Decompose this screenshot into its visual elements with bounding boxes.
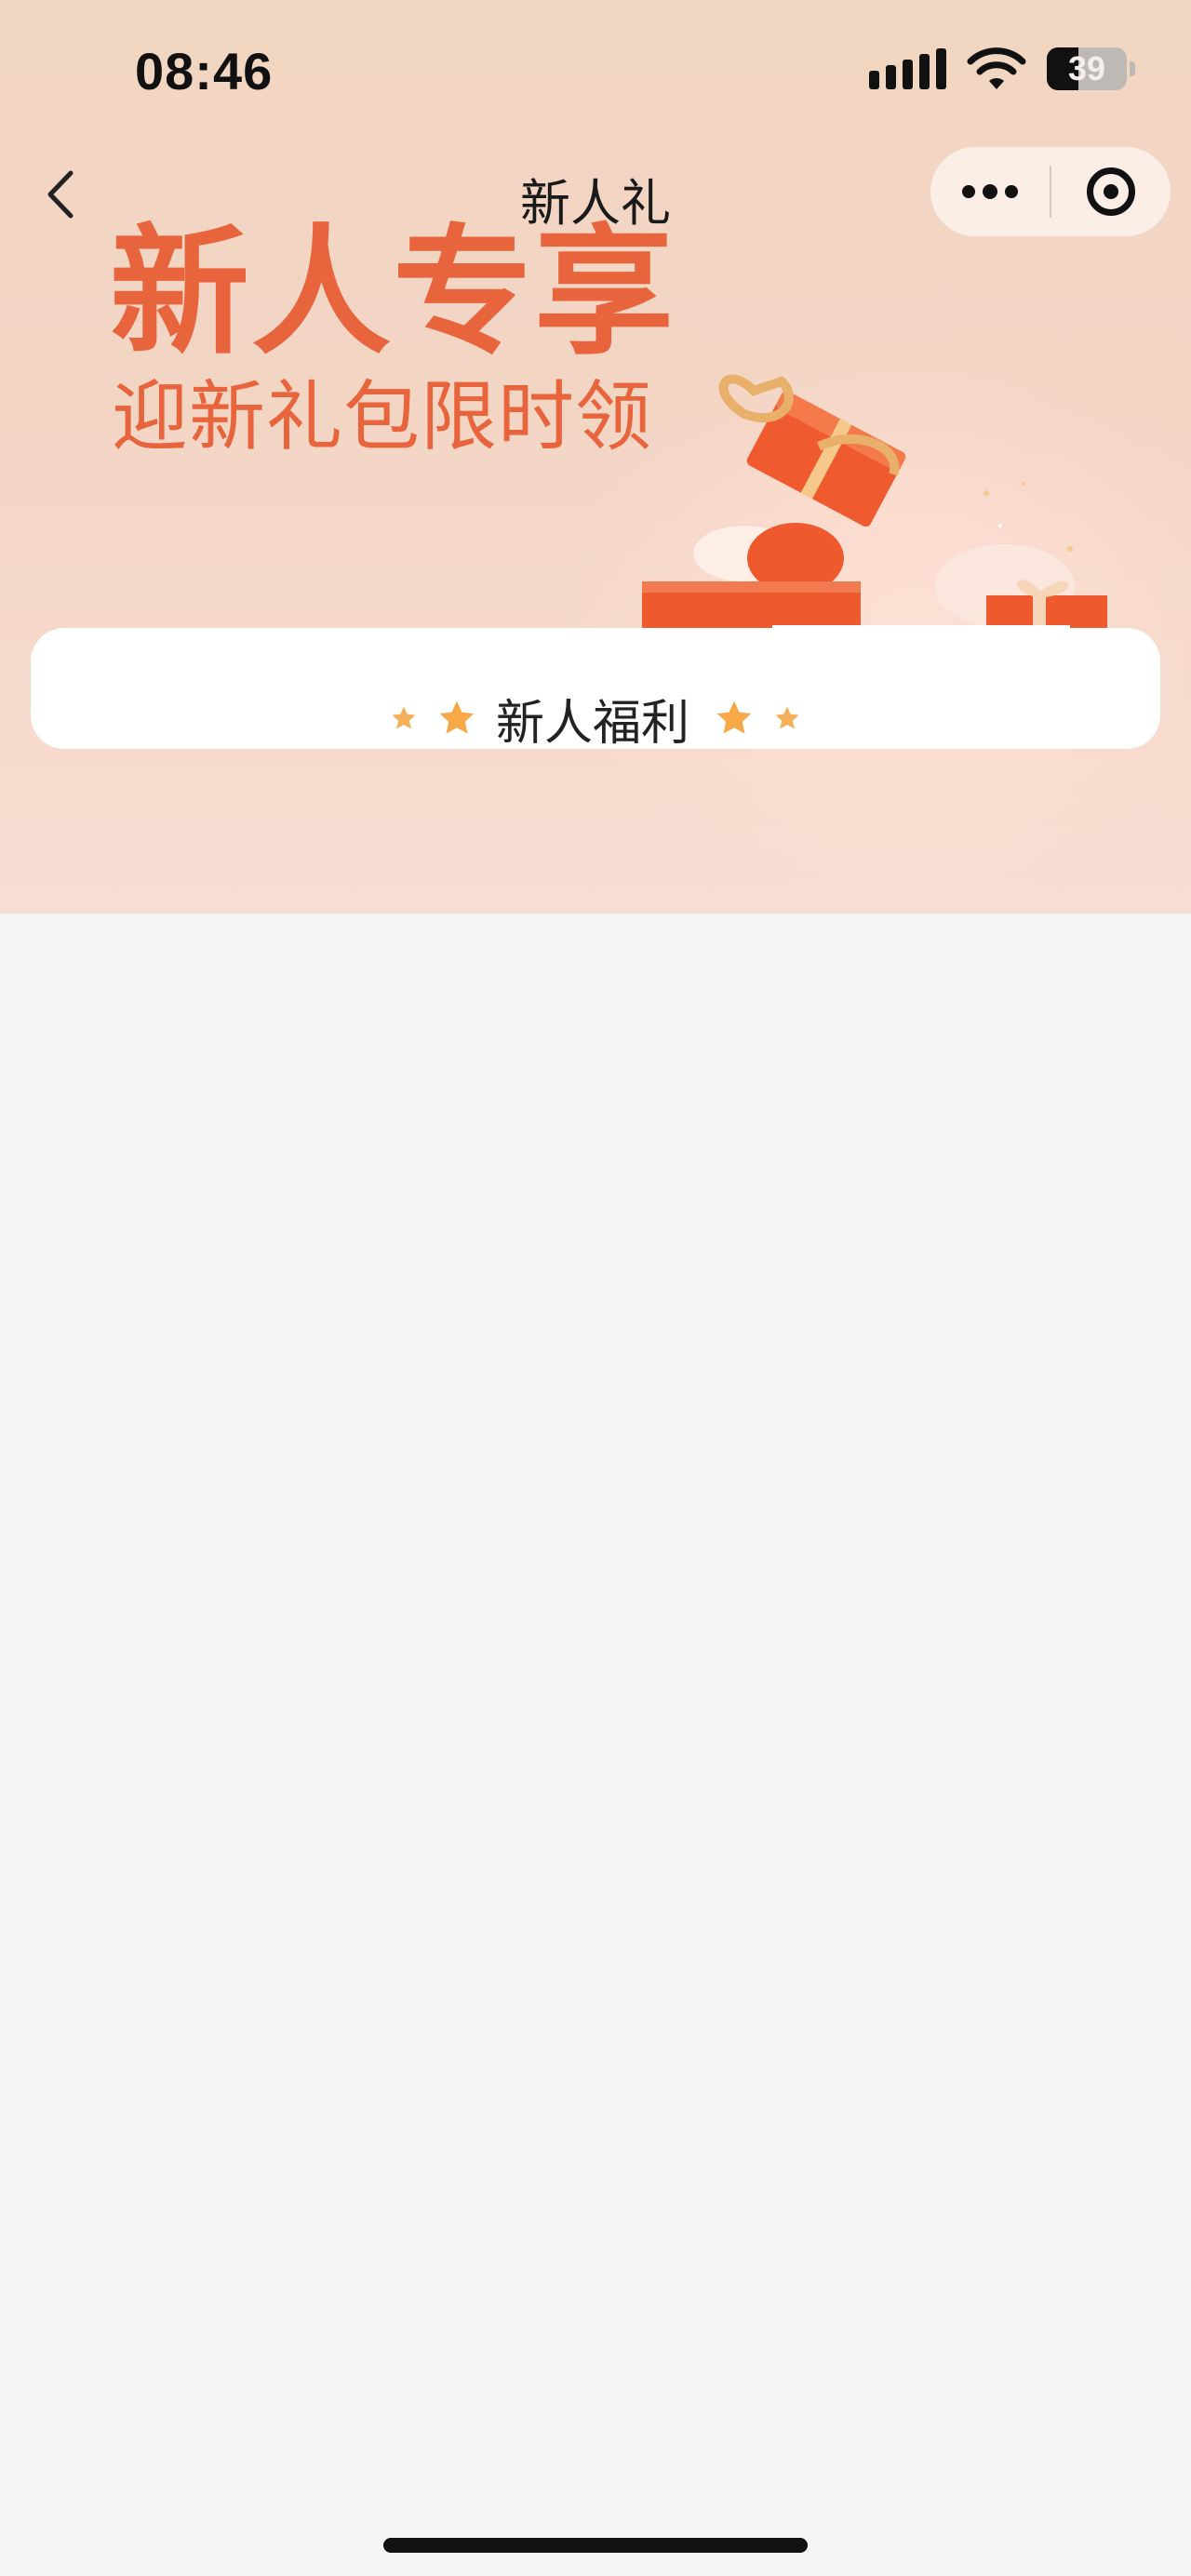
welfare-title-row: 新人福利 (0, 690, 1191, 752)
close-target-icon[interactable] (1051, 147, 1171, 236)
status-icons: 39 (869, 45, 1135, 93)
mini-program-capsule (930, 147, 1171, 236)
screen: 08:46 39 新人礼 新人专享 迎新礼包限时领 新人福利 (0, 0, 1191, 2576)
home-indicator[interactable] (383, 2538, 808, 2553)
status-time: 08:46 (135, 42, 274, 100)
star-icon (392, 706, 416, 729)
hero-banner: 08:46 39 新人礼 新人专享 迎新礼包限时领 (0, 0, 1191, 914)
welfare-title: 新人福利 (495, 695, 689, 752)
battery-icon: 39 (1047, 47, 1127, 90)
gift-box-illustration (642, 374, 1107, 642)
wifi-icon (967, 47, 1026, 89)
signal-icon (869, 48, 946, 89)
battery-level: 39 (1067, 49, 1106, 87)
star-icon (439, 701, 475, 734)
battery: 39 (1047, 47, 1135, 90)
more-dots-icon[interactable] (930, 147, 1050, 236)
star-icon (775, 706, 799, 729)
banner-subline: 迎新礼包限时领 (112, 373, 653, 461)
banner-headline: 新人专享 (110, 212, 676, 374)
star-icon (716, 701, 752, 734)
